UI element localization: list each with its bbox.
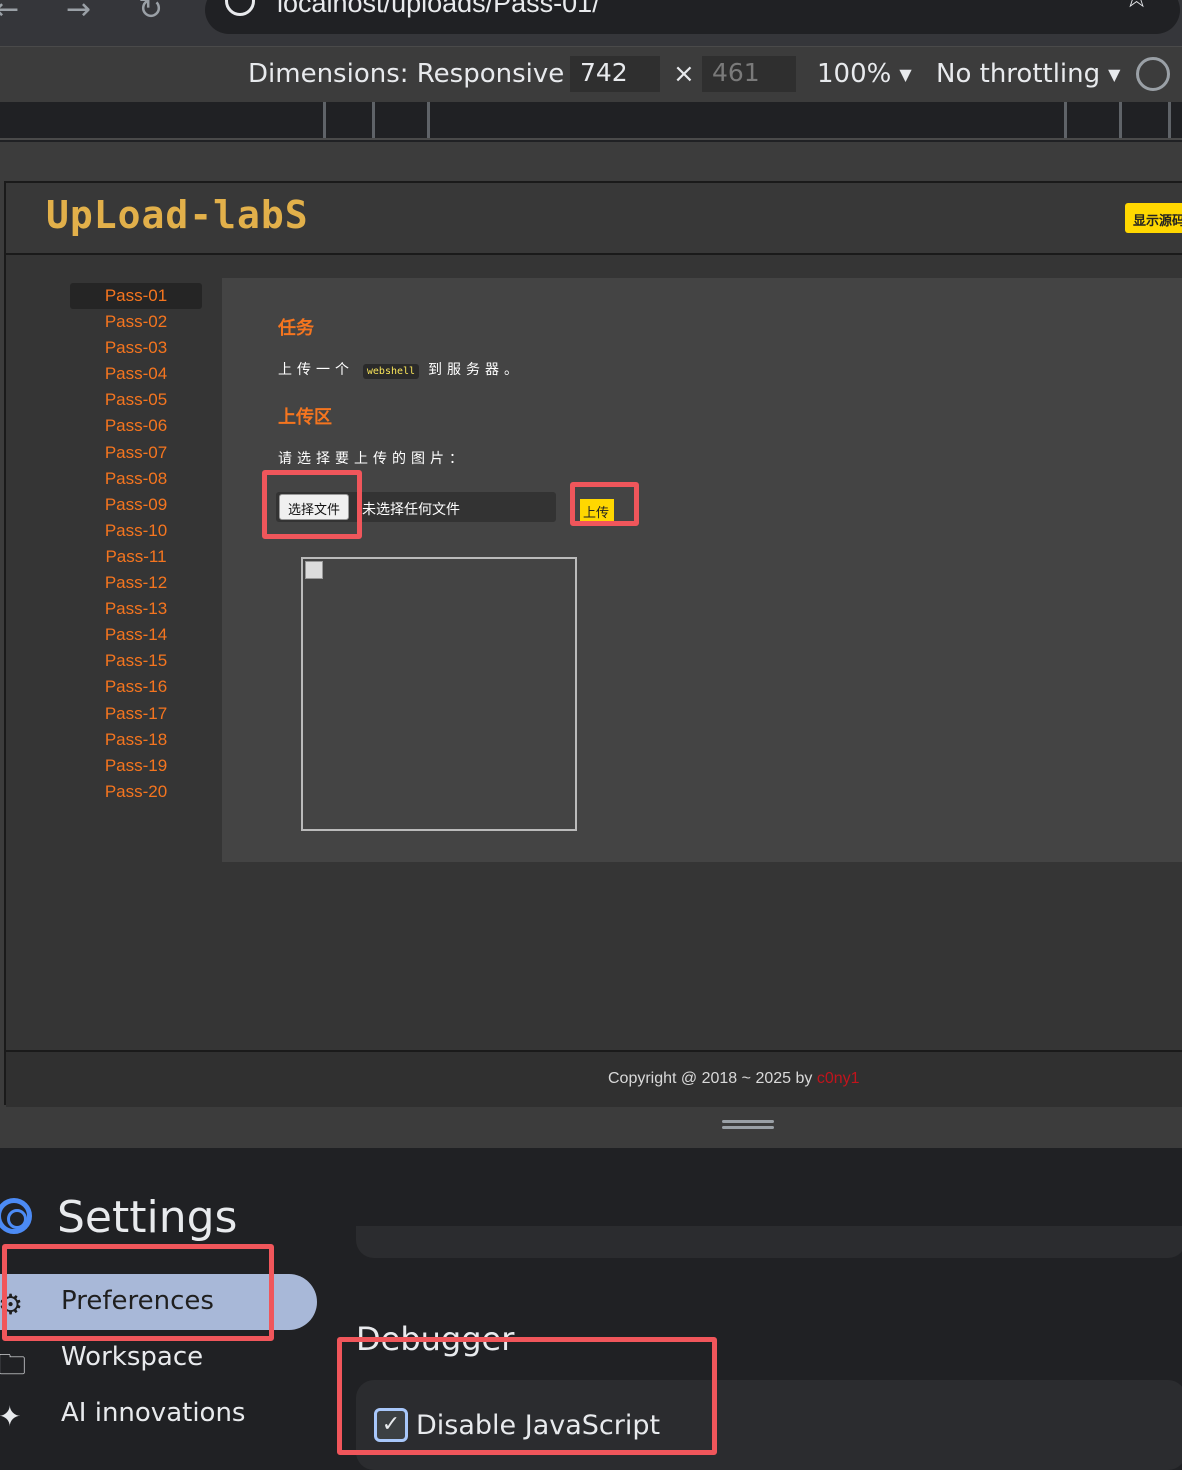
sidebar-item-label: AI innovations [61,1398,246,1428]
gear-icon: ⚙ [0,1288,24,1321]
height-input[interactable]: 461 [702,56,796,92]
disable-javascript-checkbox[interactable]: ✓ [374,1408,408,1442]
choose-prompt: 请选择要上传的图片： [278,450,468,466]
device-toolbar: Dimensions: Responsive▼ 742 × 461 100%▼ … [0,46,1182,102]
nav-item-pass-05[interactable]: Pass-05 [70,387,202,413]
nav-item-pass-10[interactable]: Pass-10 [70,518,202,544]
task-description: 上传一个 webshell 到服务器。 [278,359,523,379]
file-input[interactable]: 选择文件 未选择任何文件 [276,492,556,522]
throttling-dropdown[interactable]: No throttling ▼ [936,59,1120,89]
width-input[interactable]: 742 [570,56,660,92]
ruler-tick [1119,102,1122,138]
reload-icon[interactable]: ↻ [138,0,163,27]
task-heading: 任务 [278,318,314,338]
ruler-tick [427,102,430,138]
debugger-card: ✓ Disable JavaScript [356,1380,1182,1470]
nav-item-pass-20[interactable]: Pass-20 [70,779,202,805]
browser-toolbar: ← → ↻ localhost/uploads/Pass-01/ ☆ [0,0,1182,46]
main-content: 任务 上传一个 webshell 到服务器。 上传区 请选择要上传的图片： 选择… [222,278,1182,862]
copyright: Copyright @ 2018 ~ 2025 by c0ny1 [608,1070,860,1088]
dropdown-caret-icon: ▼ [1108,65,1121,84]
upload-button[interactable]: 上传 [580,499,614,521]
chrome-logo-icon [0,1198,32,1234]
ruler-tick [1064,102,1067,138]
media-query-bar[interactable] [0,102,1182,140]
nav-item-pass-15[interactable]: Pass-15 [70,648,202,674]
sparkle-icon: ✦ [0,1400,22,1433]
nav-item-pass-17[interactable]: Pass-17 [70,701,202,727]
site-header: UpLoad-labS 显示源码 [6,183,1182,255]
nav-item-pass-16[interactable]: Pass-16 [70,674,202,700]
nav-item-pass-04[interactable]: Pass-04 [70,361,202,387]
dropdown-caret-icon: ▼ [899,65,912,84]
site-footer: Copyright @ 2018 ~ 2025 by c0ny1 [6,1050,1182,1107]
zoom-label: 100% [817,59,892,89]
copyright-text: Copyright @ 2018 ~ 2025 by [608,1070,817,1087]
sidebar-item-label: Workspace [61,1342,204,1372]
resize-handle[interactable] [722,1120,774,1132]
nav-item-pass-18[interactable]: Pass-18 [70,727,202,753]
sidebar-item-ai-innovations[interactable]: ✦ AI innovations [0,1386,317,1442]
show-source-button[interactable]: 显示源码 [1125,203,1182,233]
ruler-tick [323,102,326,138]
nav-item-pass-06[interactable]: Pass-06 [70,413,202,439]
nav-item-pass-07[interactable]: Pass-07 [70,440,202,466]
site-logo[interactable]: UpLoad-labS [46,193,309,237]
nav-item-pass-11[interactable]: Pass-11 [70,544,202,570]
nav-item-pass-13[interactable]: Pass-13 [70,596,202,622]
nav-item-pass-14[interactable]: Pass-14 [70,622,202,648]
sidebar-item-label: Preferences [61,1286,214,1316]
nav-item-pass-02[interactable]: Pass-02 [70,309,202,335]
nav-item-pass-03[interactable]: Pass-03 [70,335,202,361]
devtools-settings: Settings ⚙ Preferences 🗀 Workspace ✦ AI … [0,1146,1182,1470]
folder-icon: 🗀 [0,1348,27,1381]
nav-item-pass-19[interactable]: Pass-19 [70,753,202,779]
no-file-text: 未选择任何文件 [362,501,460,517]
nav-item-pass-08[interactable]: Pass-08 [70,466,202,492]
choose-file-button[interactable]: 选择文件 [279,494,350,520]
settings-title: Settings [57,1192,238,1243]
nav-item-pass-12[interactable]: Pass-12 [70,570,202,596]
times-icon: × [673,59,695,89]
image-preview [301,557,577,831]
dimensions-label: Dimensions: Responsive [248,59,565,89]
pass-nav: Pass-01 Pass-02 Pass-03 Pass-04 Pass-05 Pass-… [70,283,202,805]
sidebar-item-preferences[interactable]: ⚙ Preferences [0,1274,317,1330]
broken-image-icon [305,561,323,579]
author-link[interactable]: c0ny1 [817,1070,860,1087]
address-bar[interactable]: localhost/uploads/Pass-01/ ☆ [205,0,1180,34]
back-arrow-icon[interactable]: ← [0,0,19,27]
sidebar-item-workspace[interactable]: 🗀 Workspace [0,1330,317,1386]
forward-arrow-icon[interactable]: → [66,0,91,27]
dimensions-dropdown[interactable]: Dimensions: Responsive▼ [248,59,585,89]
emulated-page: UpLoad-labS 显示源码 Pass-01 Pass-02 Pass-03 Pa… [4,181,1182,1107]
disable-javascript-label[interactable]: Disable JavaScript [416,1410,660,1441]
star-icon[interactable]: ☆ [1123,0,1150,15]
rotate-icon[interactable] [1136,57,1170,91]
task-prefix: 上传一个 [278,361,354,377]
settings-card [356,1226,1182,1258]
zoom-dropdown[interactable]: 100% ▼ [817,59,912,89]
ruler-tick [372,102,375,138]
task-suffix: 到服务器。 [427,361,523,377]
site-info-icon[interactable] [225,0,255,16]
debugger-section-title: Debugger [356,1320,515,1358]
url-text: localhost/uploads/Pass-01/ [277,0,600,18]
nav-item-pass-01[interactable]: Pass-01 [70,283,202,310]
upload-heading: 上传区 [278,407,332,427]
throttling-label: No throttling [936,59,1101,89]
task-code: webshell [362,364,420,379]
ruler-tick [1168,102,1171,138]
nav-item-pass-09[interactable]: Pass-09 [70,492,202,518]
